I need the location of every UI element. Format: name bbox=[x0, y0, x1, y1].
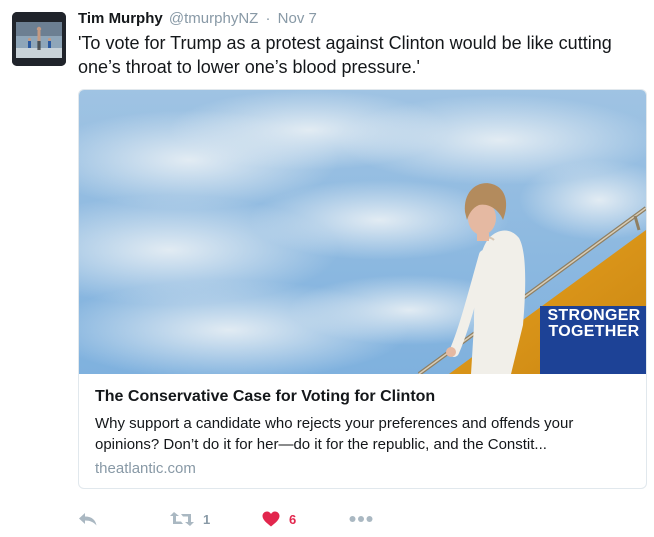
reply-icon bbox=[79, 513, 97, 526]
card-title[interactable]: The Conservative Case for Voting for Cli… bbox=[95, 387, 630, 407]
avatar[interactable] bbox=[12, 12, 66, 66]
more-dots-icon bbox=[349, 516, 373, 522]
card-body: The Conservative Case for Voting for Cli… bbox=[79, 374, 646, 479]
card-image[interactable]: STRONGER TOGETHER bbox=[79, 90, 646, 374]
retweet-icon bbox=[170, 512, 194, 526]
card-description: Why support a candidate who rejects your… bbox=[95, 415, 574, 453]
tweet-actions: 1 6 bbox=[78, 508, 478, 530]
separator-dot: · bbox=[265, 10, 271, 27]
tweet-text: 'To vote for Trump as a protest against … bbox=[78, 33, 612, 77]
author-name[interactable]: Tim Murphy bbox=[78, 10, 163, 27]
tweet-timestamp[interactable]: Nov 7 bbox=[278, 10, 317, 27]
like-button[interactable]: 6 bbox=[262, 508, 296, 530]
more-button[interactable] bbox=[349, 508, 373, 530]
retweet-button[interactable]: 1 bbox=[170, 508, 210, 530]
link-card[interactable]: STRONGER TOGETHER The Conservative Case … bbox=[78, 89, 647, 489]
sign-text: STRONGER TOGETHER bbox=[547, 307, 641, 340]
retweet-count: 1 bbox=[203, 511, 211, 527]
reply-button[interactable] bbox=[78, 508, 98, 530]
tweet: Tim Murphy @tmurphyNZ · Nov 7 'To vote f… bbox=[0, 0, 654, 537]
tweet-header: Tim Murphy @tmurphyNZ · Nov 7 bbox=[78, 10, 317, 28]
like-count: 6 bbox=[289, 511, 297, 527]
author-handle[interactable]: @tmurphyNZ bbox=[169, 10, 258, 27]
avatar-photo bbox=[12, 12, 66, 66]
card-domain[interactable]: theatlantic.com bbox=[95, 459, 630, 479]
heart-icon bbox=[262, 511, 280, 527]
